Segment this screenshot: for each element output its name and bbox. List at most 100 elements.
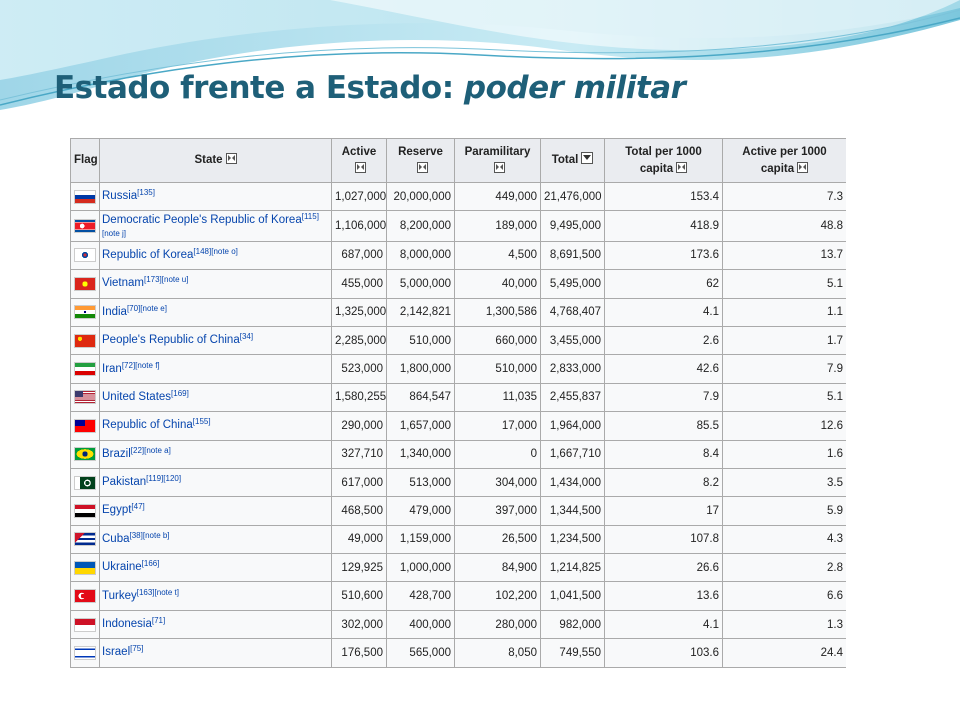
reference[interactable]: [71] [152, 616, 165, 625]
reference[interactable]: [119][120] [146, 474, 181, 483]
state-cell: Iran[72][note f] [99, 354, 332, 384]
reference[interactable]: [38][note b] [130, 531, 170, 540]
flag-cell [70, 496, 100, 526]
reference[interactable]: [135] [137, 188, 155, 197]
total-per-1000-cell: 173.6 [604, 240, 723, 271]
header-active[interactable]: Active [331, 138, 387, 183]
reference[interactable]: [70][note e] [127, 304, 167, 313]
reserve-cell: 2,142,821 [386, 297, 455, 327]
total-per-1000-cell: 85.5 [604, 411, 723, 441]
flag-cell [70, 638, 100, 668]
state-link[interactable]: Russia [102, 190, 137, 202]
total-cell: 1,667,710 [540, 439, 605, 469]
reference[interactable]: [155] [193, 417, 211, 426]
sort-icon[interactable] [225, 153, 237, 164]
state-link[interactable]: Ukraine [102, 561, 142, 573]
reference[interactable]: [169] [171, 389, 189, 398]
state-link[interactable]: United States [102, 391, 171, 403]
state-link[interactable]: Indonesia [102, 618, 152, 630]
active-cell: 510,600 [331, 581, 387, 611]
header-reserve[interactable]: Reserve [386, 138, 455, 183]
active-cell: 1,106,000 [331, 210, 387, 242]
flag-cell [70, 467, 100, 498]
sort-descending-icon[interactable] [581, 152, 594, 164]
total-cell: 4,768,407 [540, 297, 605, 327]
reference[interactable]: [34] [240, 332, 253, 341]
header-total[interactable]: Total [540, 138, 605, 183]
state-link[interactable]: Israel [102, 646, 130, 658]
egypt-flag [74, 503, 96, 518]
indonesia-flag [74, 617, 96, 632]
table-row: Vietnam[173][note u] 455,000 5,000,000 4… [70, 269, 846, 299]
table-row: Brazil[22][note a] 327,710 1,340,000 0 1… [70, 439, 846, 469]
state-link[interactable]: India [102, 306, 127, 318]
paramilitary-cell: 17,000 [454, 411, 541, 441]
state-link[interactable]: People's Republic of China [102, 334, 240, 346]
reference[interactable]: [22][note a] [131, 446, 171, 455]
state-link[interactable]: Egypt [102, 504, 131, 516]
reference[interactable]: [75] [130, 644, 143, 653]
total-per-1000-cell: 26.6 [604, 553, 723, 583]
reference-note[interactable]: [note j] [102, 229, 126, 238]
reference[interactable]: [166] [142, 559, 160, 568]
reserve-cell: 1,159,000 [386, 524, 455, 555]
state-link[interactable]: Iran [102, 363, 122, 375]
state-cell: People's Republic of China[34] [99, 325, 332, 356]
reference[interactable]: [163][note t] [137, 588, 179, 597]
state-link[interactable]: Republic of Korea [102, 249, 193, 261]
table-row: Indonesia[71] 302,000 400,000 280,000 98… [70, 609, 846, 640]
reserve-cell: 864,547 [386, 382, 455, 413]
paramilitary-cell: 189,000 [454, 210, 541, 242]
state-link[interactable]: Brazil [102, 448, 131, 460]
state-link[interactable]: Cuba [102, 533, 130, 545]
sort-icon[interactable] [676, 161, 688, 173]
total-per-1000-cell: 2.6 [604, 325, 723, 356]
flag-cell [70, 553, 100, 583]
state-link[interactable]: Republic of China [102, 419, 193, 431]
active-cell: 49,000 [331, 524, 387, 555]
cuba-flag [74, 532, 96, 547]
sort-icon[interactable] [355, 161, 366, 173]
active-per-1000-cell: 7.9 [722, 354, 846, 384]
paramilitary-cell: 397,000 [454, 496, 541, 526]
military-strength-table-container: Flag State Active Reserve Paramilitary T… [70, 138, 846, 668]
table-row: Pakistan[119][120] 617,000 513,000 304,0… [70, 467, 846, 498]
header-total-per-1000[interactable]: Total per 1000 capita [604, 138, 723, 183]
state-link[interactable]: Turkey [102, 590, 137, 602]
state-link[interactable]: Democratic People's Republic of Korea [102, 214, 302, 226]
military-strength-table: Flag State Active Reserve Paramilitary T… [70, 138, 846, 668]
reserve-cell: 479,000 [386, 496, 455, 526]
header-state[interactable]: State [99, 138, 332, 183]
sort-icon[interactable] [493, 161, 505, 173]
state-link[interactable]: Vietnam [102, 277, 144, 289]
state-cell: India[70][note e] [99, 297, 332, 327]
sort-icon[interactable] [416, 161, 428, 173]
flag-cell [70, 439, 100, 469]
reference[interactable]: [115] [302, 212, 319, 221]
total-cell: 5,495,000 [540, 269, 605, 299]
active-cell: 1,580,255 [331, 382, 387, 413]
active-per-1000-cell: 7.3 [722, 181, 846, 212]
paramilitary-cell: 102,200 [454, 581, 541, 611]
sort-icon[interactable] [797, 161, 809, 173]
total-cell: 1,344,500 [540, 496, 605, 526]
table-row: Turkey[163][note t] 510,600 428,700 102,… [70, 581, 846, 611]
reference[interactable]: [148][note o] [193, 247, 237, 256]
flag-cell [70, 524, 100, 555]
reserve-cell: 400,000 [386, 609, 455, 640]
table-row: United States[169] 1,580,255 864,547 11,… [70, 382, 846, 413]
reference[interactable]: [173][note u] [144, 275, 188, 284]
header-active-per-1000[interactable]: Active per 1000 capita [722, 138, 846, 183]
total-per-1000-cell: 4.1 [604, 297, 723, 327]
total-cell: 1,234,500 [540, 524, 605, 555]
pakistan-flag [74, 475, 96, 490]
reference[interactable]: [47] [131, 502, 144, 511]
usa-flag [74, 390, 96, 405]
paramilitary-cell: 660,000 [454, 325, 541, 356]
total-per-1000-cell: 42.6 [604, 354, 723, 384]
reference[interactable]: [72][note f] [122, 361, 160, 370]
reserve-cell: 510,000 [386, 325, 455, 356]
header-paramilitary[interactable]: Paramilitary [454, 138, 541, 183]
state-link[interactable]: Pakistan [102, 476, 146, 488]
active-cell: 523,000 [331, 354, 387, 384]
